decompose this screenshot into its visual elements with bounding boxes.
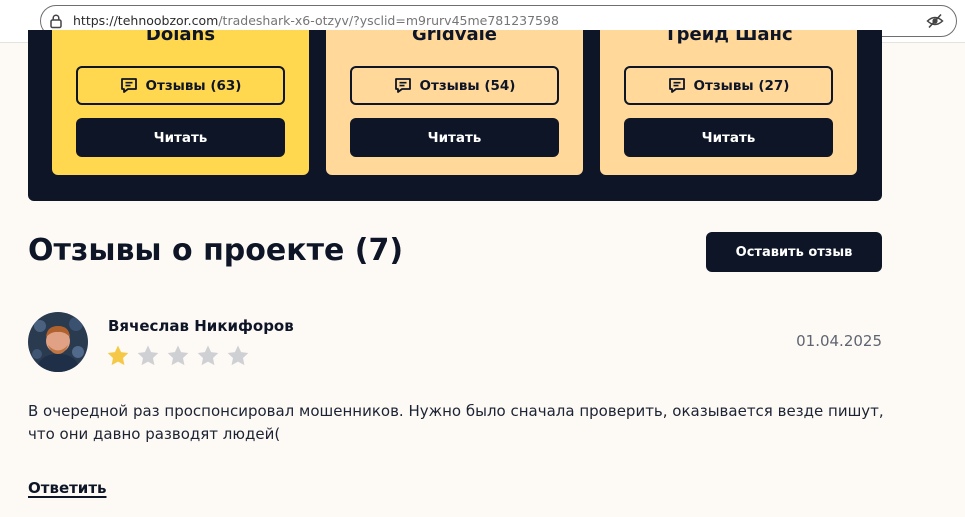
project-card-gridvale: Gridvale Отзывы (54) Читать bbox=[326, 30, 583, 175]
read-button[interactable]: Читать bbox=[624, 118, 833, 157]
review-text: В очередной раз проспонсировал мошеннико… bbox=[28, 402, 884, 443]
avatar bbox=[28, 312, 88, 372]
reply-link[interactable]: Ответить bbox=[28, 479, 107, 497]
reviews-button-label: Отзывы (63) bbox=[145, 77, 242, 94]
read-button[interactable]: Читать bbox=[350, 118, 559, 157]
url-path: /tradeshark-x6-otzyv/?ysclid=m9rurv45me7… bbox=[218, 13, 559, 28]
read-button[interactable]: Читать bbox=[76, 118, 285, 157]
rating-stars bbox=[106, 344, 250, 368]
url-host: https://tehnoobzor.com bbox=[73, 13, 219, 28]
comment-icon bbox=[120, 78, 137, 93]
reviews-button[interactable]: Отзывы (27) bbox=[624, 66, 833, 105]
star-empty-icon bbox=[137, 345, 159, 366]
star-empty-icon bbox=[227, 345, 249, 366]
star-empty-icon bbox=[167, 345, 189, 366]
comment-icon bbox=[394, 78, 411, 93]
review-date: 01.04.2025 bbox=[796, 332, 882, 350]
star-empty-icon bbox=[197, 345, 219, 366]
comment-icon bbox=[668, 78, 685, 93]
reviews-button[interactable]: Отзывы (63) bbox=[76, 66, 285, 105]
star-filled-icon bbox=[107, 345, 129, 366]
reviews-button-label: Отзывы (54) bbox=[419, 77, 516, 94]
site-info-icon[interactable] bbox=[48, 13, 64, 29]
reviews-button-label: Отзывы (27) bbox=[693, 77, 790, 94]
eye-off-icon[interactable] bbox=[926, 13, 944, 29]
project-card-dolans: Dolans Отзывы (63) Читать bbox=[52, 30, 309, 175]
leave-review-button[interactable]: Оставить отзыв bbox=[706, 232, 882, 272]
url-text[interactable]: https://tehnoobzor.com/tradeshark-x6-otz… bbox=[73, 13, 559, 28]
project-name: Трейд Шанс bbox=[664, 30, 793, 45]
project-name: Gridvale bbox=[412, 30, 497, 45]
project-name: Dolans bbox=[145, 30, 216, 45]
review-author: Вячеслав Никифоров bbox=[108, 317, 294, 335]
reviews-title: Отзывы о проекте (7) bbox=[28, 233, 404, 268]
project-card-treid-shans: Трейд Шанс Отзывы (27) Читать bbox=[600, 30, 857, 175]
reviews-button[interactable]: Отзывы (54) bbox=[350, 66, 559, 105]
